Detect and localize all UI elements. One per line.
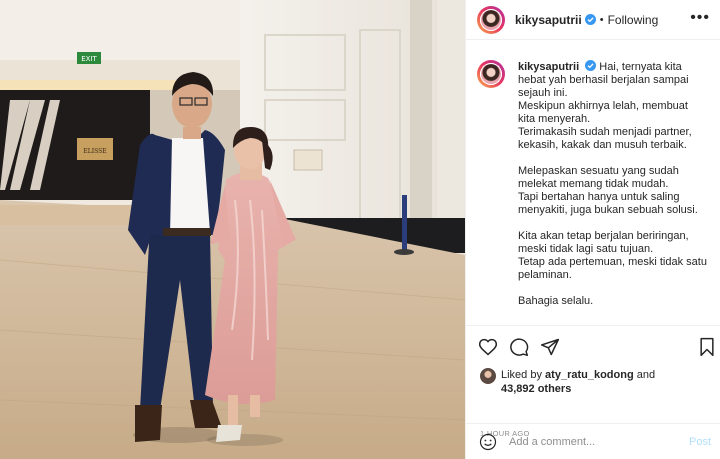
- author-avatar[interactable]: [477, 5, 505, 34]
- caption-line-3: Terimakasih sudah menjadi partner, kekas…: [518, 126, 692, 151]
- likes-connector: and: [636, 369, 656, 381]
- likes-prefix: Liked by: [501, 369, 542, 381]
- likes-text: Liked by aty_ratu_kodong and 43,892 othe…: [501, 368, 655, 396]
- comment-input[interactable]: [509, 435, 684, 448]
- post-header: kikysaputrii • Following •••: [466, 0, 720, 40]
- caption-line-2: Meskipun akhirnya lelah, membuat kita me…: [518, 100, 688, 125]
- verified-badge-icon: [584, 14, 596, 25]
- post-photo[interactable]: ELISSE EXIT: [0, 0, 465, 459]
- caption-text: kikysaputrii Hai, ternyata kita hebat ya…: [518, 60, 708, 325]
- emoji-icon[interactable]: [479, 433, 497, 451]
- caption-line-6: Tapi bertahan hanya untuk saling menyaki…: [518, 191, 698, 216]
- more-options-icon[interactable]: •••: [690, 10, 710, 26]
- comment-bar: Post: [466, 423, 720, 459]
- liker-avatar[interactable]: [480, 368, 496, 384]
- caption-line-5: Melepaskan sesuatu yang sudah melekat me…: [518, 165, 679, 190]
- header-separator: •: [599, 13, 604, 26]
- exit-sign-text: EXIT: [81, 55, 97, 63]
- bookmark-icon[interactable]: [697, 337, 717, 357]
- caption-line-9: Tetap ada pertemuan, meski tidak satu pe…: [518, 256, 707, 281]
- caption-line-8: Kita akan tetap berjalan beriringan, mes…: [518, 230, 689, 255]
- comment-icon[interactable]: [509, 337, 529, 357]
- caption-section: kikysaputrii Hai, ternyata kita hebat ya…: [466, 40, 720, 325]
- likes-summary: Liked by aty_ratu_kodong and 43,892 othe…: [480, 368, 715, 396]
- instagram-post: ELISSE EXIT kikysaputrii • Following •••…: [0, 0, 720, 459]
- following-button[interactable]: Following: [608, 13, 659, 27]
- heart-icon[interactable]: [478, 337, 498, 357]
- action-bar: Liked by aty_ratu_kodong and 43,892 othe…: [466, 325, 720, 438]
- likes-count[interactable]: 43,892 others: [501, 383, 571, 395]
- author-username[interactable]: kikysaputrii: [515, 13, 582, 27]
- post-details-panel: kikysaputrii • Following ••• kikysaputri…: [465, 0, 720, 459]
- photo-illustration: ELISSE EXIT: [0, 0, 465, 459]
- wall-sign-text: ELISSE: [83, 148, 106, 155]
- caption-line-1: kikysaputrii Hai, ternyata kita hebat ya…: [518, 60, 708, 100]
- paper-plane-icon[interactable]: [540, 337, 560, 357]
- caption-avatar[interactable]: [477, 60, 505, 88]
- caption-verified-badge-icon: [585, 60, 597, 71]
- post-comment-button[interactable]: Post: [689, 436, 711, 448]
- caption-username[interactable]: kikysaputrii: [518, 61, 579, 73]
- liker-username[interactable]: aty_ratu_kodong: [545, 369, 634, 381]
- caption-line-11: Bahagia selalu.: [518, 295, 594, 307]
